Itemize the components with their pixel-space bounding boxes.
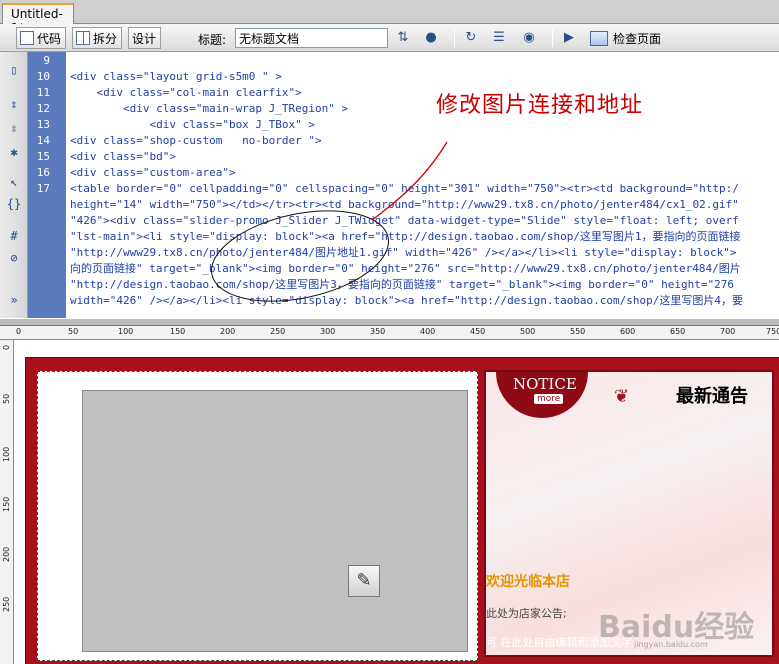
code-line: <div class="main-wrap J_TRegion" >: [70, 102, 349, 115]
code-view-label: 代码: [37, 31, 62, 46]
line-number: 14: [36, 134, 50, 147]
split-view-button[interactable]: 拆分: [72, 27, 123, 49]
line-number: 17: [36, 182, 50, 195]
ruler-tick: 250: [270, 327, 286, 336]
preview-browser-icon[interactable]: ●: [422, 30, 440, 46]
ruler-tick: 150: [2, 496, 11, 512]
ruler-tick: 700: [720, 327, 736, 336]
code-line: <div class="shop-custom no-border ">: [70, 134, 322, 147]
ruler-tick: 350: [370, 327, 386, 336]
code-line: "http://design.taobao.com/shop/这里写图片3，要指…: [70, 278, 734, 291]
line-number: 16: [36, 166, 50, 179]
line-number: 9: [43, 54, 50, 67]
view-options-icon[interactable]: ☰: [490, 30, 508, 46]
ornament-flourish-icon: ❦: [614, 386, 632, 407]
toolbar-separator: [552, 29, 553, 47]
baidu-watermark-url: jingyan.baidu.com: [634, 640, 708, 649]
ruler-tick: 50: [68, 327, 79, 336]
code-line: <div class="bd">: [70, 150, 176, 163]
design-view-label: 设计: [132, 31, 157, 46]
annotation-text: 修改图片连接和地址: [436, 93, 644, 118]
view-splitter[interactable]: [0, 318, 779, 326]
refresh-icon[interactable]: ↻: [462, 30, 480, 46]
open-documents-icon[interactable]: ▯: [6, 62, 22, 78]
split-view-icon: [76, 31, 90, 45]
coding-toolbar: ▯ ⇕ ⇳ ✱ ↖ {} # ⊘ »: [0, 52, 28, 318]
notice-description: 此处为店家公告;: [486, 607, 567, 620]
code-view-icon: [20, 31, 34, 45]
notice-badge: NOTICE more: [496, 372, 588, 418]
notice-title: 最新通告: [676, 386, 748, 407]
code-line: <div class="custom-area">: [70, 166, 236, 179]
line-number: 10: [36, 70, 50, 83]
more-link[interactable]: more: [534, 394, 564, 404]
document-tab[interactable]: Untitled-1*: [2, 3, 74, 35]
code-line: <table border="0" cellpadding="0" cellsp…: [70, 182, 739, 195]
document-tab-strip: Untitled-1*: [0, 0, 779, 35]
vertical-ruler: 0 50 100 150 200 250: [0, 340, 14, 664]
highlight-invalid-code-icon[interactable]: ⊘: [6, 250, 22, 266]
horizontal-ruler: 0 50 100 150 200 250 300 350 400 450 500…: [0, 326, 779, 340]
check-page-button[interactable]: 检查页面: [590, 27, 661, 49]
toolbar-separator: [454, 29, 455, 47]
code-editor[interactable]: <div class="layout grid-s5m0 " > <div cl…: [66, 52, 779, 318]
code-line: "http://www29.tx8.cn/photo/jenter484/图片地…: [70, 246, 737, 259]
ruler-tick: 100: [2, 446, 11, 462]
line-number: 13: [36, 118, 50, 131]
title-label: 标题:: [198, 33, 227, 47]
ruler-tick: 250: [2, 596, 11, 612]
ruler-tick: 200: [2, 546, 11, 562]
line-number: 12: [36, 102, 50, 115]
ruler-tick: 50: [2, 393, 11, 404]
ruler-tick: 200: [220, 327, 236, 336]
code-line: <div class="layout grid-s5m0 " >: [70, 70, 282, 83]
notice-panel: NOTICE more ❦ 最新通告 欢迎光临本店 此处为店家公告; 可 在此处…: [484, 370, 774, 657]
line-number: 11: [36, 86, 50, 99]
validate-markup-icon[interactable]: ▶: [560, 30, 578, 46]
welcome-text: 欢迎光临本店: [486, 574, 570, 590]
line-numbers-icon[interactable]: #: [6, 228, 22, 244]
split-view-label: 拆分: [93, 31, 118, 46]
line-number: 15: [36, 150, 50, 163]
code-line: <div class="col-main clearfix">: [70, 86, 302, 99]
file-management-icon[interactable]: ⇅: [394, 30, 412, 46]
ruler-tick: 0: [16, 327, 22, 336]
ruler-tick: 300: [320, 327, 336, 336]
plugin-placeholder-icon[interactable]: ✎: [348, 565, 380, 597]
code-line: "lst-main"><li style="display: block"><a…: [70, 230, 741, 243]
code-line: "426"><div class="slider-promo J_Slider …: [70, 214, 739, 227]
code-line: <div class="box J_TBox" >: [70, 118, 316, 131]
expand-all-icon[interactable]: ✱: [6, 144, 22, 160]
title-input[interactable]: [235, 28, 388, 48]
design-view[interactable]: ✎ NOTICE more ❦ 最新通告 欢迎光临本店 此处为店家公告; 可 在…: [14, 340, 779, 664]
line-number-gutter: 9 10 11 12 13 14 15 16 17: [28, 52, 66, 318]
ruler-tick: 400: [420, 327, 436, 336]
ruler-tick: 450: [470, 327, 486, 336]
select-parent-tag-icon[interactable]: ↖: [6, 174, 22, 190]
slider-placeholder[interactable]: ✎: [82, 390, 468, 652]
code-view-button[interactable]: 代码: [16, 27, 67, 49]
dreamweaver-window: Untitled-1* 代码 拆分 设计 标题: ⇅ ● ↻ ☰ ◉ ▶ 检查页…: [0, 0, 779, 664]
ruler-tick: 550: [570, 327, 586, 336]
ruler-tick: 500: [520, 327, 536, 336]
ruler-tick: 150: [170, 327, 186, 336]
ruler-tick: 650: [670, 327, 686, 336]
visual-aids-icon[interactable]: ◉: [520, 30, 538, 46]
collapse-tag-icon[interactable]: ⇕: [6, 96, 22, 112]
check-page-label: 检查页面: [613, 31, 662, 46]
check-page-icon: [590, 30, 608, 46]
ruler-tick: 600: [620, 327, 636, 336]
ruler-tick: 0: [2, 344, 11, 350]
code-line: width="426" /></a></li><li style="displa…: [70, 294, 744, 307]
more-tools-chevron-icon[interactable]: »: [6, 292, 22, 308]
document-toolbar: 代码 拆分 设计 标题: ⇅ ● ↻ ☰ ◉ ▶ 检查页面: [0, 24, 779, 664]
ruler-tick: 750: [766, 327, 779, 336]
code-line: 向的页面链接" target="_blank"><img border="0" …: [70, 262, 741, 275]
notice-word: NOTICE: [513, 375, 577, 393]
balance-braces-icon[interactable]: {}: [6, 196, 22, 212]
ruler-tick: 100: [118, 327, 134, 336]
code-line: height="14" width="750"></td></tr><tr><t…: [70, 198, 739, 211]
collapse-selection-icon[interactable]: ⇳: [6, 120, 22, 136]
design-view-button[interactable]: 设计: [128, 27, 779, 664]
